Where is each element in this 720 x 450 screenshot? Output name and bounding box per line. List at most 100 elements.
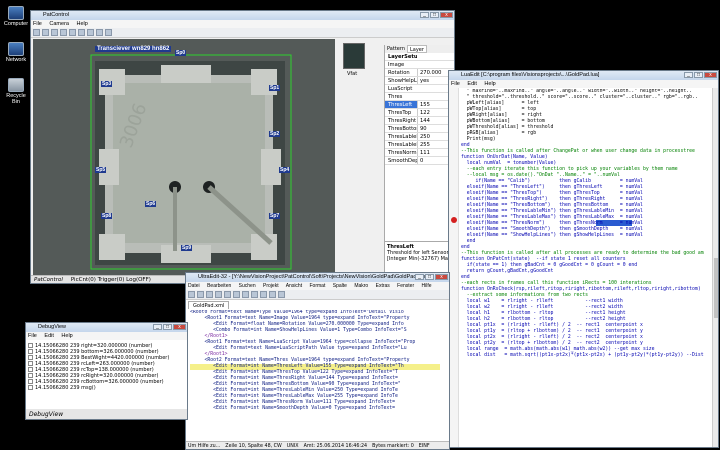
menu-edit[interactable]: Edit (467, 81, 476, 87)
row-checkbox[interactable] (28, 355, 33, 360)
row-checkbox[interactable] (28, 379, 33, 384)
zoom-icon[interactable] (78, 29, 85, 36)
debugview-titlebar[interactable]: DebugView _ □ x (26, 323, 187, 332)
camera-icon[interactable] (51, 29, 58, 36)
tree-layersetup[interactable]: LayerSetup (385, 53, 417, 60)
close-button[interactable]: x (704, 72, 717, 78)
copy-icon[interactable] (233, 291, 240, 298)
menu-camera[interactable]: Camera (49, 21, 69, 27)
patcontrol-titlebar[interactable]: PatControl _ □ x (31, 11, 454, 20)
property-panel: Pattern Layer LayerSetup Image Rotation 2… (384, 45, 454, 275)
tree-image[interactable]: Image (385, 61, 417, 68)
recycle-bin-desktop-icon[interactable]: Recycle Bin (2, 78, 30, 105)
menu-help[interactable]: Help (61, 333, 72, 339)
network-desktop-icon[interactable]: Network (2, 42, 30, 63)
debug-log-list[interactable]: 14.15066280 239 right=320.000000 (number… (26, 341, 187, 407)
menu-help[interactable]: Help (484, 81, 495, 87)
lua-code-editor[interactable]: " maxFind="..maxFind.." angle="..angle..… (461, 89, 711, 441)
prop-label: ThresLableMax (388, 142, 417, 148)
row-checkbox[interactable] (28, 385, 33, 390)
computer-desktop-icon[interactable]: Computer (2, 6, 30, 27)
camera-view[interactable]: 3006 Transciever wn829 hn862 Sp0 Sp1 Sp2… (33, 39, 335, 275)
menu-makro[interactable]: Makro (354, 283, 368, 289)
menu-projekt[interactable]: Projekt (263, 283, 279, 289)
save-icon[interactable] (206, 291, 213, 298)
menu-file[interactable]: File (28, 333, 37, 339)
prop-value-smoothdepth[interactable]: 0 (417, 157, 439, 164)
close-button[interactable]: x (173, 324, 186, 330)
grid-icon[interactable] (96, 29, 103, 36)
row-checkbox[interactable] (28, 367, 33, 372)
prop-value-threstop[interactable]: 122 (417, 109, 439, 116)
menu-hilfe[interactable]: Hilfe (422, 283, 432, 289)
prop-value-threslablemax[interactable]: 255 (417, 141, 439, 148)
paste-icon[interactable] (242, 291, 249, 298)
log-row[interactable]: 14.15066280 239 msg() (26, 385, 187, 391)
file-tab[interactable]: GoldPad.xml (188, 301, 230, 309)
breakpoint-icon[interactable] (451, 217, 457, 223)
row-checkbox[interactable] (28, 361, 33, 366)
menu-extras[interactable]: Extras (376, 283, 390, 289)
prop-value-thresleft[interactable]: 155 (417, 101, 439, 108)
menu-help[interactable]: Help (77, 21, 88, 27)
menu-file[interactable]: File (451, 81, 460, 87)
menu-suchen[interactable]: Suchen (239, 283, 256, 289)
replace-icon[interactable] (278, 291, 285, 298)
menu-edit[interactable]: Edit (44, 333, 53, 339)
new-icon[interactable] (188, 291, 195, 298)
minimize-button[interactable]: _ (420, 12, 429, 18)
luaedit-titlebar[interactable]: LuaEdit [C:\program files\Visionsproject… (449, 71, 718, 80)
close-button[interactable]: x (435, 274, 448, 280)
tree-thres[interactable]: Thres (385, 93, 417, 100)
find-icon[interactable] (269, 291, 276, 298)
debugview-menubar: File Edit Help (26, 332, 187, 340)
print-icon[interactable] (215, 291, 222, 298)
scroll-thumb[interactable] (714, 258, 718, 318)
stop-icon[interactable] (69, 29, 76, 36)
row-checkbox[interactable] (28, 343, 33, 348)
menu-format[interactable]: Format (310, 283, 326, 289)
row-checkbox[interactable] (28, 349, 33, 354)
menu-ansicht[interactable]: Ansicht (286, 283, 302, 289)
settings-icon[interactable] (87, 29, 94, 36)
minimize-button[interactable]: _ (415, 274, 424, 280)
maximize-button[interactable]: □ (694, 72, 703, 78)
debugview-footer: DebugView (26, 409, 187, 419)
prop-value-thresright[interactable]: 144 (417, 117, 439, 124)
tab-layer[interactable]: Layer (407, 45, 427, 53)
recycle-bin-icon (8, 78, 24, 92)
redo-icon[interactable] (260, 291, 267, 298)
minimize-button[interactable]: _ (153, 324, 162, 330)
menu-bearbeiten[interactable]: Bearbeiten (207, 283, 231, 289)
prop-value-rotation[interactable]: 270.000 (417, 69, 441, 76)
menu-datei[interactable]: Datei (188, 283, 200, 289)
prop-value-showhelplines[interactable]: yes (417, 77, 439, 84)
prop-value-thresnorm[interactable]: 111 (417, 149, 439, 156)
xml-code-editor[interactable]: <Root0 Format=text Name=Type Value=1964 … (190, 310, 442, 438)
tree-luascript[interactable]: LuaScript (385, 85, 417, 92)
close-button[interactable]: x (440, 12, 453, 18)
minimize-button[interactable]: _ (684, 72, 693, 78)
maximize-button[interactable]: □ (430, 12, 439, 18)
maximize-button[interactable]: □ (163, 324, 172, 330)
luaedit-scrollbar[interactable] (712, 88, 718, 447)
menu-fenster[interactable]: Fenster (397, 283, 414, 289)
cut-icon[interactable] (224, 291, 231, 298)
sp-label: Sp2 (269, 131, 281, 137)
open-icon[interactable] (197, 291, 204, 298)
play-icon[interactable] (60, 29, 67, 36)
computer-icon (8, 6, 24, 20)
undo-icon[interactable] (251, 291, 258, 298)
menu-file[interactable]: File (33, 21, 42, 27)
row-checkbox[interactable] (28, 373, 33, 378)
help-icon[interactable] (105, 29, 112, 36)
maximize-button[interactable]: □ (425, 274, 434, 280)
prop-value-threslablemin[interactable]: 250 (417, 133, 439, 140)
open-icon[interactable] (33, 29, 40, 36)
menu-spalte[interactable]: Spalte (333, 283, 347, 289)
tab-pattern[interactable]: Pattern (385, 45, 407, 53)
save-icon[interactable] (42, 29, 49, 36)
ultraedit-titlebar[interactable]: UltraEdit-32 - [Y:\NewVisionProject\PatC… (186, 273, 449, 282)
pattern-thumbnail[interactable] (343, 43, 365, 69)
prop-value-thresbottom[interactable]: 90 (417, 125, 439, 132)
